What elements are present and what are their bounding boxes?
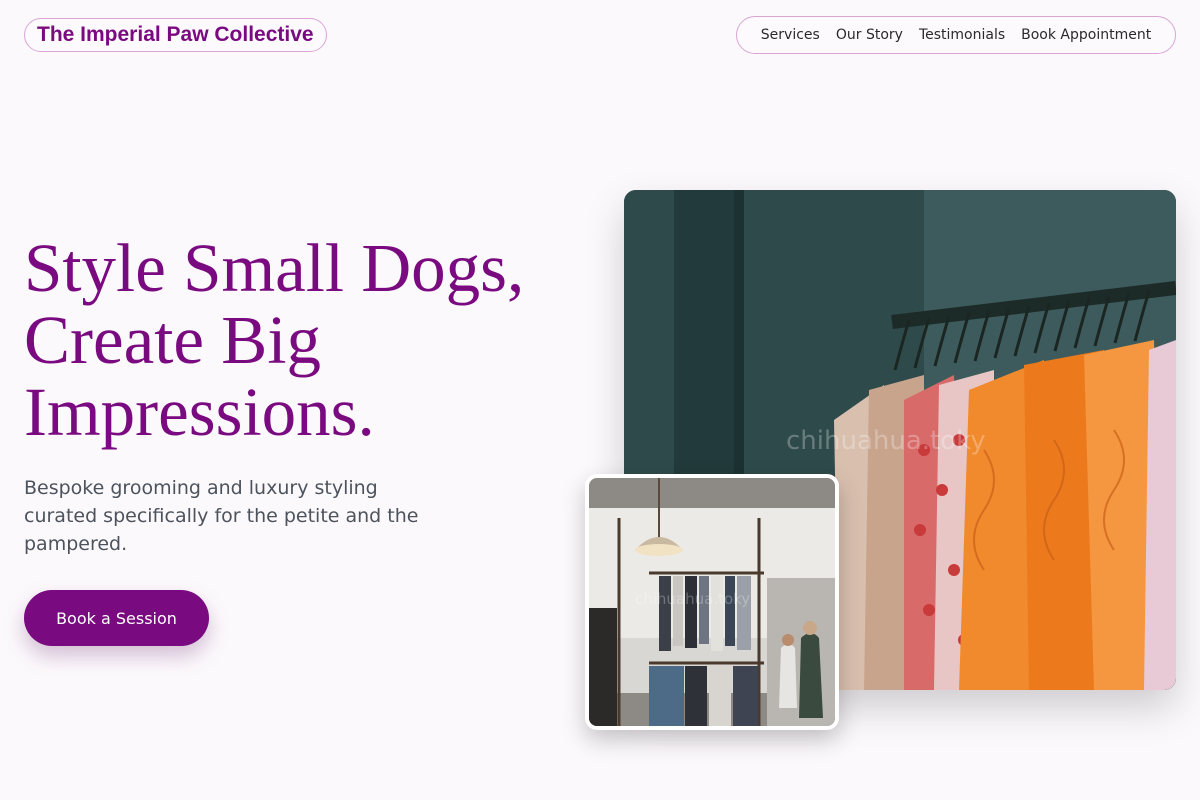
headline-line-3: Impressions. xyxy=(24,374,375,450)
brand-name: The Imperial Paw Collective xyxy=(37,23,314,46)
hero-headline: Style Small Dogs, Create Big Impressions… xyxy=(24,232,584,448)
headline-line-2: Create Big xyxy=(24,302,321,378)
headline-line-1: Style Small Dogs, xyxy=(24,230,525,306)
boutique-interior-photo: chihuahua.toky xyxy=(585,474,839,730)
main-nav: Services Our Story Testimonials Book App… xyxy=(736,16,1176,54)
nav-our-story[interactable]: Our Story xyxy=(836,27,903,43)
hero-subtext: Bespoke grooming and luxury styling cura… xyxy=(24,477,419,555)
nav-testimonials[interactable]: Testimonials xyxy=(919,27,1005,43)
nav-book-appointment[interactable]: Book Appointment xyxy=(1021,27,1151,43)
nav-services[interactable]: Services xyxy=(761,27,820,43)
book-session-button[interactable]: Book a Session xyxy=(24,590,209,646)
brand-logo[interactable]: The Imperial Paw Collective xyxy=(24,18,327,52)
boutique-interior-illustration xyxy=(589,478,835,726)
